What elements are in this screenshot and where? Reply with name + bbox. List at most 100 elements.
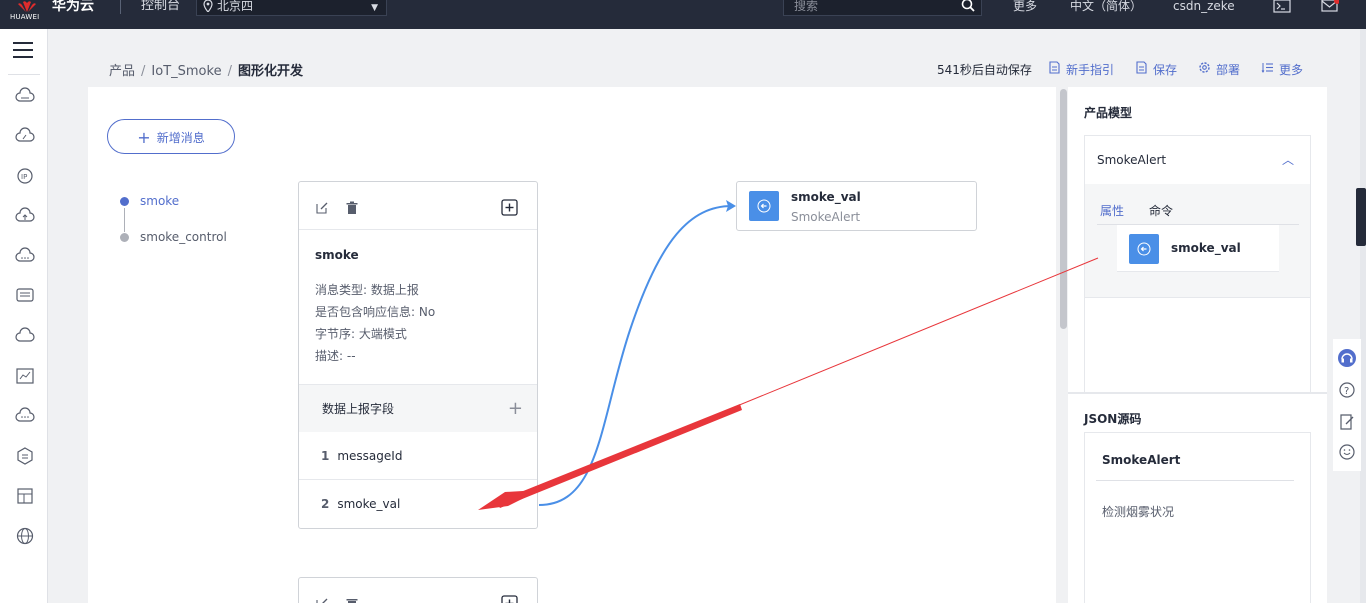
field-name: smoke_val [337,497,401,511]
edit-icon[interactable] [315,597,329,603]
model-property-name: smoke_val [1171,241,1241,255]
field-row[interactable]: 2 smoke_val [299,480,537,528]
property-node-badge [749,191,779,221]
headset-icon[interactable] [1337,348,1357,368]
service-panel: SmokeAlert ︿ 属性 命令 smoke_val [1084,135,1311,393]
region-label: 北京四 [217,0,254,13]
delete-icon[interactable] [345,201,359,215]
add-icon[interactable]: + [508,385,523,433]
help-icon[interactable]: ? [1337,380,1357,400]
more-button[interactable]: 更多 [1261,61,1303,78]
cloud-dots-icon[interactable] [15,247,35,265]
guide-label: 新手指引 [1066,63,1115,77]
feedback-icon[interactable] [1337,412,1357,432]
autosave-status: 541秒后自动保存 [937,63,1032,77]
message-card[interactable]: smoke 消息类型: 数据上报 是否包含响应信息: No 字节序: 大端模式 … [298,181,538,529]
report-arrow-icon [1137,242,1151,256]
field-number: 1 [321,449,330,463]
message-item-smoke[interactable]: smoke [118,193,227,229]
top-more-link[interactable]: 更多 [1013,0,1037,12]
panel-divider [1068,392,1327,394]
edit-icon[interactable] [315,201,329,215]
menu-icon[interactable] [13,42,33,60]
terminal-icon[interactable] [1273,0,1291,14]
plus-icon: + [137,128,151,147]
console-link[interactable]: 控制台 [141,0,180,12]
breadcrumb-sep: / [141,64,146,79]
message-item-smoke-control[interactable]: smoke_control [118,229,227,265]
delete-icon[interactable] [345,597,359,603]
tab-commands[interactable]: 命令 [1149,202,1173,219]
search-icon[interactable] [961,0,975,12]
model-property-item[interactable]: smoke_val [1117,225,1279,272]
property-name: smoke_val [791,190,861,204]
add-field-icon[interactable] [501,199,518,216]
info-description: 描述: -- [315,349,356,363]
ip-icon[interactable]: IP [15,167,35,185]
huawei-logo[interactable]: HUAWEI [10,0,42,29]
add-field-icon[interactable] [501,595,518,603]
deploy-button[interactable]: 部署 [1198,61,1240,78]
svg-text:?: ? [1344,386,1349,397]
monitor-list-icon[interactable] [15,287,35,305]
chart-box-icon[interactable] [15,367,35,385]
field-row[interactable]: 1 messageId [299,432,537,480]
chat-smile-icon[interactable] [1337,442,1357,462]
language-selector[interactable]: 中文（简体） [1070,0,1142,12]
save-label: 保存 [1153,63,1178,77]
search-placeholder: 搜索 [794,0,819,13]
model-property-badge [1129,234,1159,264]
search-input[interactable]: 搜索 [783,0,982,16]
cloud-server-icon[interactable] [15,87,35,105]
json-service-description: 检测烟雾状况 [1102,505,1175,519]
mail-icon[interactable] [1321,0,1339,14]
cloud-upload-icon[interactable] [15,207,35,225]
region-selector[interactable]: 北京四 ▼ [196,0,387,16]
page-scrollbar[interactable] [1360,29,1366,603]
add-message-label: 新增消息 [156,131,205,145]
json-source-panel: SmokeAlert 检测烟雾状况 [1084,432,1311,603]
cloud-icon[interactable] [15,327,35,345]
service-body: 属性 命令 smoke_val [1085,184,1310,298]
field-number: 2 [321,497,330,511]
scrollbar-thumb[interactable] [1060,89,1067,329]
brand-name[interactable]: 华为云 [52,0,94,29]
save-button[interactable]: 保存 [1135,61,1177,78]
property-node[interactable]: smoke_val SmokeAlert [736,181,977,231]
fields-section-title: 数据上报字段 [322,402,395,416]
chevron-up-icon[interactable]: ︿ [1282,136,1294,184]
message-label: smoke [140,194,180,208]
list-icon [1261,63,1273,73]
product-model-title: 产品模型 [1084,106,1133,120]
inactive-dot-icon [120,233,129,242]
breadcrumb-product[interactable]: IoT_Smoke [151,64,221,79]
message-card-2[interactable] [298,577,538,603]
breadcrumb-current: 图形化开发 [237,64,303,79]
active-dot-icon [120,197,129,206]
service-name: SmokeAlert [1097,153,1167,167]
user-menu[interactable]: csdn_zeke [1173,0,1235,12]
card-title: smoke [315,248,359,262]
add-message-button[interactable]: + 新增消息 [107,119,235,154]
page-scrollbar-thumb[interactable] [1356,188,1366,246]
cloud-more-icon[interactable] [15,407,35,425]
layout-icon[interactable] [15,487,35,505]
design-canvas[interactable] [88,87,1056,603]
card-header [299,182,537,230]
tab-properties[interactable]: 属性 [1100,202,1124,219]
message-label: smoke_control [140,230,227,244]
location-pin-icon [203,0,213,12]
breadcrumb-root[interactable]: 产品 [109,64,135,79]
canvas-scrollbar[interactable] [1059,87,1068,603]
info-response: 是否包含响应信息: No [315,305,436,319]
chevron-down-icon: ▼ [371,3,378,13]
document-icon [1049,61,1060,74]
floating-tools: ? [1333,339,1361,471]
logo-text: HUAWEI [10,13,40,21]
hexagon-icon[interactable] [15,447,35,465]
rail-divider [8,74,40,75]
guide-button[interactable]: 新手指引 [1048,61,1114,78]
cloud-speed-icon[interactable] [15,127,35,145]
globe-icon[interactable] [15,527,35,545]
service-header[interactable]: SmokeAlert ︿ [1085,136,1310,184]
